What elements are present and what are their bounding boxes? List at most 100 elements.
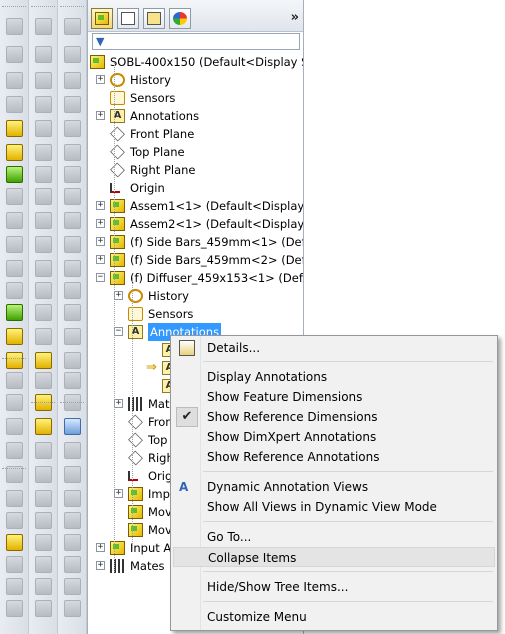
- tree-item[interactable]: − (f) Diffuser_459x153<1> (Default<: [88, 269, 303, 287]
- toolbar-tool-icon[interactable]: [64, 144, 81, 161]
- toolbar-tool-icon[interactable]: [35, 260, 52, 277]
- show-all-views-dynamic-menu-item[interactable]: Show All Views in Dynamic View Mode: [173, 497, 495, 517]
- toolbar-tool-icon[interactable]: [64, 96, 81, 113]
- toolbar-tool-icon[interactable]: [6, 72, 23, 89]
- toolbar-tool-icon[interactable]: [64, 466, 81, 483]
- toolbar-tool-icon[interactable]: [35, 144, 52, 161]
- expand-toggle[interactable]: +: [96, 111, 105, 120]
- toolbar-tool-icon[interactable]: [35, 418, 52, 435]
- toolbar-tool-icon[interactable]: [35, 534, 52, 551]
- show-reference-dimensions-menu-item[interactable]: ✔ Show Reference Dimensions: [173, 407, 495, 427]
- toolbar-tool-icon[interactable]: [6, 304, 23, 321]
- expand-toggle[interactable]: +: [96, 255, 105, 264]
- toolbar-tool-icon[interactable]: [64, 534, 81, 551]
- toolbar-tool-icon[interactable]: [6, 418, 23, 435]
- go-to-menu-item[interactable]: Go To...: [173, 527, 495, 547]
- tree-item[interactable]: Top Plane: [88, 143, 303, 161]
- hide-show-tree-items-menu-item[interactable]: Hide/Show Tree Items...: [173, 577, 495, 597]
- toolbar-tool-icon[interactable]: [35, 188, 52, 205]
- toolbar-tool-icon[interactable]: [64, 46, 81, 63]
- toolbar-tool-icon[interactable]: [6, 236, 23, 253]
- tree-item[interactable]: Origin: [88, 179, 303, 197]
- configurationmanager-tab[interactable]: [143, 8, 165, 29]
- tree-item[interactable]: Front Plane: [88, 125, 303, 143]
- toolbar-tool-icon[interactable]: [6, 260, 23, 277]
- toolbar-tool-icon[interactable]: [64, 328, 81, 345]
- expand-toggle[interactable]: +: [96, 561, 105, 570]
- toolbar-tool-icon[interactable]: [35, 282, 52, 299]
- toolbar-tool-icon[interactable]: [35, 120, 52, 137]
- tree-item[interactable]: + Assem1<1> (Default<Display Sta: [88, 197, 303, 215]
- toolbar-tool-icon[interactable]: [64, 418, 81, 435]
- show-dimxpert-annotations-menu-item[interactable]: Show DimXpert Annotations: [173, 427, 495, 447]
- collapse-items-menu-item[interactable]: Collapse Items: [173, 547, 495, 567]
- toolbar-tool-icon[interactable]: [64, 600, 81, 617]
- toolbar-tool-icon[interactable]: [64, 212, 81, 229]
- toolbar-tool-icon[interactable]: [6, 372, 23, 389]
- propertymanager-tab[interactable]: [117, 8, 139, 29]
- expand-toggle[interactable]: +: [96, 219, 105, 228]
- collapse-toggle[interactable]: −: [114, 327, 123, 336]
- details-menu-item[interactable]: Details...: [173, 338, 495, 358]
- expand-toggle[interactable]: +: [114, 399, 123, 408]
- tree-item[interactable]: Sensors: [88, 89, 303, 107]
- expand-panel-button[interactable]: »: [291, 10, 299, 25]
- tree-item[interactable]: + History: [88, 71, 303, 89]
- toolbar-tool-icon[interactable]: [35, 352, 52, 369]
- toolbar-tool-icon[interactable]: [35, 212, 52, 229]
- tree-item[interactable]: + A Annotations: [88, 107, 303, 125]
- toolbar-tool-icon[interactable]: [35, 442, 52, 459]
- toolbar-tool-icon[interactable]: [6, 534, 23, 551]
- expand-toggle[interactable]: +: [96, 201, 105, 210]
- expand-toggle[interactable]: +: [114, 291, 123, 300]
- tree-item[interactable]: Right Plane: [88, 161, 303, 179]
- tree-item[interactable]: + (f) Side Bars_459mm<1> (Default: [88, 233, 303, 251]
- toolbar-tool-icon[interactable]: [6, 490, 23, 507]
- toolbar-tool-icon[interactable]: [6, 212, 23, 229]
- expand-toggle[interactable]: +: [96, 75, 105, 84]
- toolbar-tool-icon[interactable]: [35, 600, 52, 617]
- displaymanager-tab[interactable]: [169, 8, 191, 29]
- toolbar-tool-icon[interactable]: [6, 578, 23, 595]
- toolbar-tool-icon[interactable]: [64, 236, 81, 253]
- dynamic-annotation-views-menu-item[interactable]: A Dynamic Annotation Views: [173, 477, 495, 497]
- toolbar-tool-icon[interactable]: [6, 120, 23, 137]
- toolbar-tool-icon[interactable]: [6, 600, 23, 617]
- collapse-toggle[interactable]: −: [96, 273, 105, 282]
- featuremanager-tab[interactable]: [91, 8, 113, 29]
- toolbar-tool-icon[interactable]: [64, 556, 81, 573]
- toolbar-tool-icon[interactable]: [64, 72, 81, 89]
- toolbar-tool-icon[interactable]: [64, 372, 81, 389]
- toolbar-tool-icon[interactable]: [35, 372, 52, 389]
- toolbar-tool-icon[interactable]: [64, 352, 81, 369]
- toolbar-tool-icon[interactable]: [35, 166, 52, 183]
- toolbar-tool-icon[interactable]: [35, 328, 52, 345]
- expand-toggle[interactable]: +: [96, 237, 105, 246]
- toolbar-tool-icon[interactable]: [64, 512, 81, 529]
- toolbar-tool-icon[interactable]: [35, 466, 52, 483]
- toolbar-tool-icon[interactable]: [35, 490, 52, 507]
- toolbar-tool-icon[interactable]: [35, 72, 52, 89]
- display-annotations-menu-item[interactable]: Display Annotations: [173, 367, 495, 387]
- toolbar-tool-icon[interactable]: [64, 188, 81, 205]
- toolbar-tool-icon[interactable]: [64, 120, 81, 137]
- toolbar-tool-icon[interactable]: [64, 578, 81, 595]
- customize-menu-item[interactable]: Customize Menu: [173, 607, 495, 627]
- toolbar-tool-icon[interactable]: [6, 556, 23, 573]
- toolbar-tool-icon[interactable]: [6, 394, 23, 411]
- toolbar-tool-icon[interactable]: [6, 442, 23, 459]
- filter-icon[interactable]: ▼: [96, 35, 104, 48]
- toolbar-tool-icon[interactable]: [35, 46, 52, 63]
- toolbar-tool-icon[interactable]: [64, 18, 81, 35]
- toolbar-tool-icon[interactable]: [64, 260, 81, 277]
- toolbar-tool-icon[interactable]: [6, 18, 23, 35]
- toolbar-tool-icon[interactable]: [6, 166, 23, 183]
- toolbar-tool-icon[interactable]: [35, 236, 52, 253]
- expand-toggle[interactable]: +: [96, 543, 105, 552]
- tree-item[interactable]: + (f) Side Bars_459mm<2> (Default: [88, 251, 303, 269]
- toolbar-tool-icon[interactable]: [6, 282, 23, 299]
- tree-filter-input[interactable]: ▼: [92, 33, 300, 50]
- toolbar-tool-icon[interactable]: [64, 282, 81, 299]
- toolbar-tool-icon[interactable]: [6, 188, 23, 205]
- tree-item[interactable]: SOBL-400x150 (Default<Display Stat: [88, 53, 303, 71]
